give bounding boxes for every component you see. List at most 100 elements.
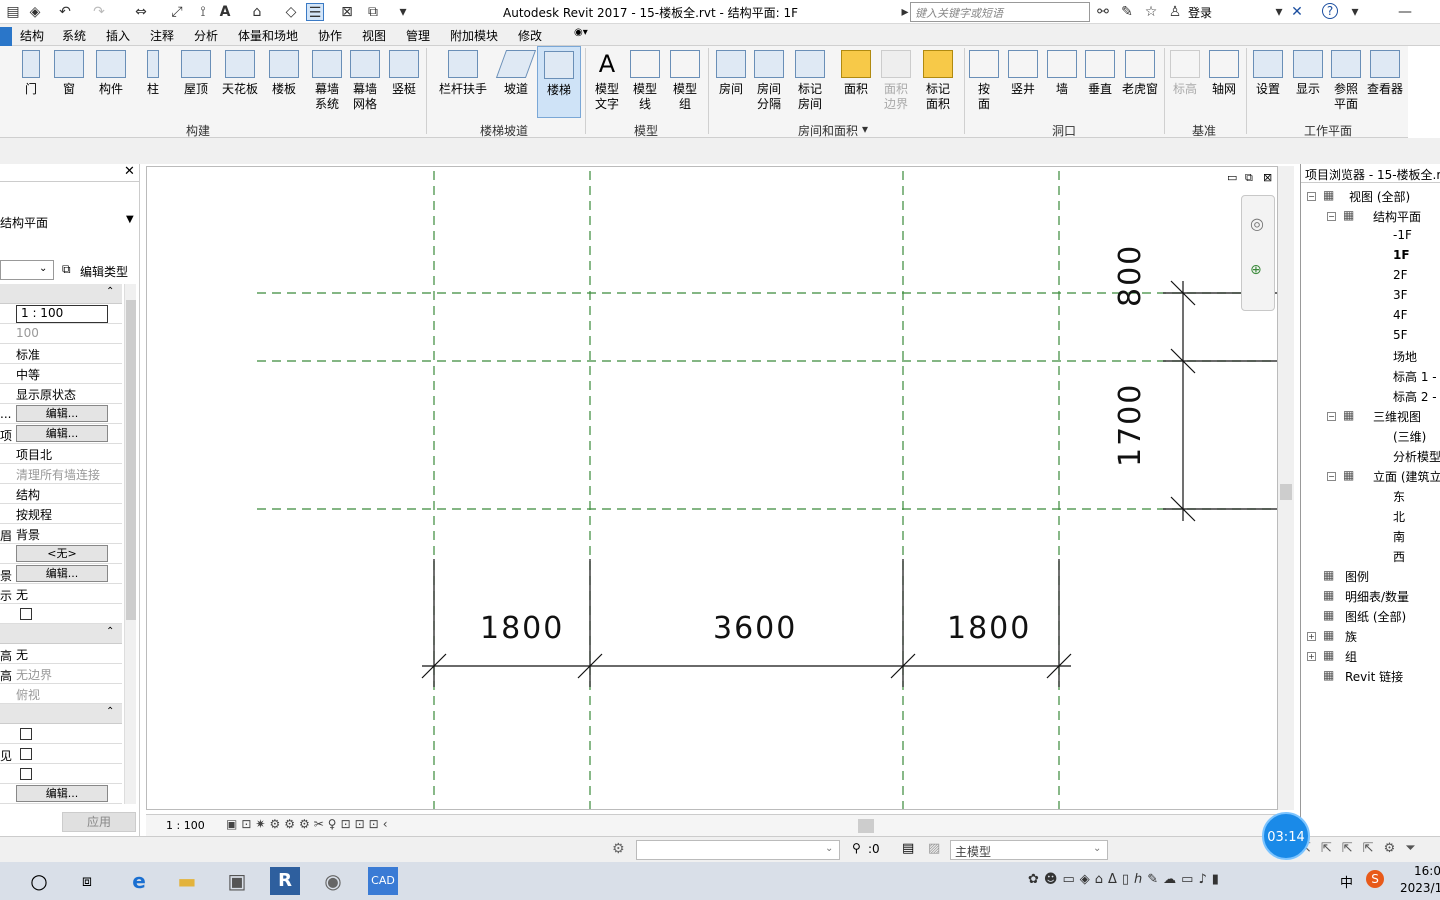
design-option-dropdown[interactable]: 主模型 ⌄ — [950, 840, 1108, 860]
zoom-icon[interactable]: ⊕ — [1250, 262, 1262, 278]
login-link[interactable]: 登录 — [1188, 4, 1212, 21]
tree-node[interactable]: 西 — [1393, 548, 1405, 565]
model-line-button[interactable]: 模型 线 — [626, 46, 664, 118]
property-row[interactable]: 示... 无 — [0, 584, 122, 604]
save-icon[interactable]: ◈ — [26, 3, 44, 21]
minimize-icon[interactable]: — — [1396, 3, 1414, 21]
measure-icon[interactable]: ⇔ — [132, 3, 150, 21]
login-dropdown-icon[interactable]: ▾ — [1270, 3, 1288, 21]
floor-button[interactable]: 楼板 — [266, 46, 302, 118]
ramp-button[interactable]: 坡道 — [495, 46, 537, 118]
set-workplane-button[interactable]: 设置 — [1248, 46, 1288, 118]
property-row[interactable]: 中等 — [0, 364, 122, 384]
property-row[interactable]: 景编辑... — [0, 564, 122, 584]
task-view-icon[interactable]: ⧈ — [72, 867, 102, 895]
panel-room-area-dropdown-icon[interactable]: ▾ — [862, 122, 868, 136]
media-player-icon[interactable]: ◉ — [318, 867, 348, 895]
tree-node[interactable]: 4F — [1393, 308, 1408, 322]
property-row[interactable]: 俯视 — [0, 684, 122, 704]
property-value[interactable]: 1 : 100 — [16, 305, 108, 323]
mullion-button[interactable]: 竖梃 — [386, 46, 422, 118]
viewer-button[interactable]: 查看器 — [1364, 46, 1406, 118]
tree-node[interactable]: 立面 (建筑立面) — [1373, 468, 1440, 485]
expand-toggle-icon[interactable]: − — [1307, 192, 1316, 201]
tree-node[interactable]: 北 — [1393, 508, 1405, 525]
dimension-text[interactable]: 1700 — [1113, 383, 1148, 467]
close-icon[interactable]: ✕ — [124, 164, 135, 179]
tree-node[interactable]: 明细表/数量 — [1345, 588, 1409, 605]
property-row[interactable] — [0, 604, 122, 624]
tree-node[interactable]: 结构平面 — [1373, 208, 1421, 225]
tag-room-button[interactable]: 标记 房间 — [790, 46, 830, 118]
revit-icon[interactable]: R — [270, 867, 300, 895]
help-icon[interactable]: ? — [1322, 3, 1338, 19]
property-checkbox[interactable] — [20, 748, 32, 760]
exchange-icon[interactable]: ✕ — [1288, 3, 1306, 21]
properties-scrollbar[interactable] — [124, 284, 136, 804]
grid-button[interactable]: 轴网 — [1204, 46, 1244, 118]
level-button[interactable]: 标高 — [1166, 46, 1204, 118]
vertical-opening-button[interactable]: 垂直 — [1082, 46, 1118, 118]
thin-lines-icon[interactable]: ☰ — [306, 3, 324, 21]
apply-button[interactable]: 应用 — [62, 812, 136, 832]
by-face-button[interactable]: 按 面 — [966, 46, 1002, 118]
property-row[interactable]: 显示原状态 — [0, 384, 122, 404]
railing-button[interactable]: 栏杆扶手 — [436, 46, 490, 118]
edit-button[interactable]: 编辑... — [16, 405, 108, 422]
area-button[interactable]: 面积 — [836, 46, 876, 118]
tree-node[interactable]: 分析模型 — [1393, 448, 1440, 465]
sogou-icon[interactable]: S — [1366, 870, 1384, 888]
tab-file[interactable] — [0, 27, 12, 46]
tree-node[interactable]: 1F — [1393, 248, 1410, 262]
tab-insert[interactable]: 插入 — [106, 27, 130, 44]
property-row[interactable]: 项编辑... — [0, 424, 122, 444]
edge-icon[interactable]: e — [124, 867, 154, 895]
property-row[interactable]: 见 — [0, 744, 122, 764]
favorites-icon[interactable]: ☆ — [1142, 3, 1160, 21]
scroll-thumb[interactable] — [126, 300, 136, 620]
room-button[interactable]: 房间 — [712, 46, 750, 118]
tree-node[interactable]: 2F — [1393, 268, 1408, 282]
property-row[interactable]: 100 — [0, 324, 122, 344]
type-selector[interactable]: 结构平面 ▼ — [0, 198, 140, 246]
dimension-text[interactable]: 1800 — [480, 611, 564, 646]
clock-date[interactable]: 2023/1 — [1400, 881, 1440, 895]
dimension-icon[interactable]: ⤢ — [168, 3, 186, 21]
tree-node[interactable]: 三维视图 — [1373, 408, 1421, 425]
view-close-icon[interactable]: ⊠ — [1263, 171, 1272, 184]
tab-structure[interactable]: 结构 — [20, 27, 44, 44]
tree-node[interactable]: 族 — [1345, 628, 1357, 645]
tab-systems[interactable]: 系统 — [62, 27, 86, 44]
close-hidden-icon[interactable]: ⊠ — [338, 3, 356, 21]
property-row[interactable]: 1 : 100 — [0, 304, 122, 324]
file-explorer-icon[interactable]: ▬ — [172, 867, 202, 895]
edit-button[interactable]: <无> — [16, 545, 108, 562]
ref-plane-button[interactable]: 参照 平面 — [1326, 46, 1366, 118]
workset-dropdown[interactable]: ⌄ — [636, 840, 840, 860]
design-options-icon[interactable]: ▤ — [902, 841, 914, 856]
subscription-icon[interactable]: ✎ — [1118, 3, 1136, 21]
canvas-vscrollbar[interactable] — [1278, 166, 1294, 810]
tree-node[interactable]: 场地 — [1393, 348, 1417, 365]
view-minimize-icon[interactable]: ▭ — [1227, 171, 1237, 184]
tab-modify[interactable]: 修改 — [518, 27, 542, 44]
redo-icon[interactable]: ↷ — [90, 3, 108, 21]
tree-node[interactable]: (三维) — [1393, 428, 1426, 445]
tree-node[interactable]: 视图 (全部) — [1349, 188, 1410, 205]
property-row[interactable]: 编辑... — [0, 784, 122, 804]
steering-wheel-icon[interactable]: ◎ — [1250, 214, 1264, 233]
dormer-button[interactable]: 老虎窗 — [1120, 46, 1160, 118]
expand-toggle-icon[interactable]: − — [1327, 472, 1336, 481]
property-row[interactable]: 标准 — [0, 344, 122, 364]
cad-icon[interactable]: CAD — [368, 867, 398, 895]
tree-node[interactable]: 东 — [1393, 488, 1405, 505]
help-dropdown-icon[interactable]: ▾ — [1346, 3, 1364, 21]
curtain-grid-button[interactable]: 幕墙 网格 — [346, 46, 384, 118]
workset-icon[interactable]: ⚙ — [612, 841, 625, 857]
tag-icon[interactable]: ⟟ — [194, 3, 212, 21]
dimension-text[interactable]: 1800 — [947, 611, 1031, 646]
3d-view-icon[interactable]: ⌂ — [248, 3, 266, 21]
property-checkbox[interactable] — [20, 608, 32, 620]
undo-icon[interactable]: ↶ — [56, 3, 74, 21]
window-button[interactable]: 窗 — [52, 46, 86, 118]
